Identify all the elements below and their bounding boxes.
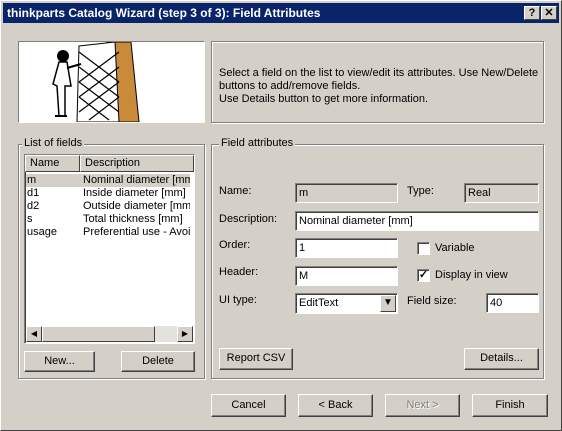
- close-button[interactable]: ✕: [541, 6, 557, 20]
- ui-type-select[interactable]: EditText ▼: [295, 293, 398, 314]
- instructions-line-1: Select a field on the list to view/edit …: [219, 67, 539, 79]
- type-field: Real: [464, 183, 539, 203]
- close-icon: ✕: [544, 7, 554, 19]
- arrow-right-icon: ▶: [181, 329, 189, 338]
- name-field: m: [295, 183, 398, 203]
- header-input[interactable]: M: [295, 266, 398, 286]
- wizard-window: thinkparts Catalog Wizard (step 3 of 3):…: [0, 0, 562, 431]
- list-item[interactable]: d2 Outside diameter [mm]: [26, 200, 190, 213]
- title-bar: thinkparts Catalog Wizard (step 3 of 3):…: [3, 3, 559, 23]
- list-item[interactable]: m Nominal diameter [mm]: [26, 174, 190, 187]
- list-item-description: Preferential use - Avoid: [83, 226, 190, 238]
- delete-field-button-label: Delete: [142, 355, 174, 367]
- name-label: Name:: [219, 185, 252, 197]
- instructions-panel: Select a field on the list to view/edit …: [211, 41, 544, 123]
- cancel-button[interactable]: Cancel: [211, 394, 286, 417]
- help-icon: ?: [528, 7, 536, 19]
- list-item[interactable]: s Total thickness [mm]: [26, 213, 190, 226]
- ui-type-label: UI type:: [219, 294, 257, 306]
- field-attributes-label: Field attributes: [219, 137, 296, 149]
- wizard-illustration: [18, 41, 205, 123]
- column-header-description-label: Description: [85, 157, 141, 169]
- ui-type-value: EditText: [299, 297, 339, 309]
- scroll-thumb[interactable]: [42, 326, 155, 342]
- variable-label: Variable: [435, 242, 475, 254]
- name-value: m: [299, 187, 309, 199]
- column-header-name[interactable]: Name: [25, 155, 80, 172]
- scroll-right-button[interactable]: ▶: [177, 326, 193, 342]
- list-item[interactable]: usage Preferential use - Avoid: [26, 226, 190, 239]
- arrow-left-icon: ◀: [30, 329, 38, 338]
- finish-button[interactable]: Finish: [472, 394, 548, 417]
- column-header-description[interactable]: Description: [80, 155, 194, 172]
- list-item[interactable]: d1 Inside diameter [mm]: [26, 187, 190, 200]
- column-header-name-label: Name: [30, 157, 60, 169]
- list-item-name: s: [27, 213, 33, 225]
- fields-listview[interactable]: Name Description m Nominal diameter [mm]…: [24, 154, 195, 344]
- list-item-name: d2: [27, 200, 40, 212]
- chevron-down-icon: ▼: [383, 297, 393, 308]
- illustration-image: [52, 42, 140, 122]
- list-item-description: Inside diameter [mm]: [83, 187, 186, 199]
- header-value: M: [299, 270, 309, 282]
- display-in-view-checkbox[interactable]: ✓: [417, 269, 430, 282]
- finish-button-label: Finish: [495, 399, 525, 411]
- instructions-line-3: Use Details button to get more informati…: [219, 93, 429, 105]
- details-button-label: Details...: [480, 352, 523, 364]
- order-input[interactable]: 1: [295, 238, 398, 258]
- variable-checkbox[interactable]: [417, 242, 430, 255]
- header-label: Header:: [219, 266, 259, 278]
- description-input[interactable]: Nominal diameter [mm]: [295, 211, 539, 231]
- order-value: 1: [299, 242, 306, 254]
- list-item-name: m: [27, 174, 37, 186]
- back-button[interactable]: < Back: [298, 394, 373, 417]
- check-icon: ✓: [418, 269, 429, 281]
- new-field-button[interactable]: New...: [24, 351, 95, 372]
- horizontal-scrollbar[interactable]: ◀ ▶: [26, 326, 193, 342]
- list-item-description: Outside diameter [mm]: [83, 200, 190, 212]
- list-item-name: d1: [27, 187, 40, 199]
- help-button[interactable]: ?: [524, 6, 540, 20]
- cancel-button-label: Cancel: [231, 399, 266, 411]
- list-item-description: Total thickness [mm]: [83, 213, 183, 225]
- list-item-description: Nominal diameter [mm]: [83, 174, 190, 186]
- type-label: Type:: [407, 185, 434, 197]
- description-value: Nominal diameter [mm]: [299, 215, 413, 227]
- field-attributes-group: [211, 144, 544, 379]
- report-csv-button-label: Report CSV: [226, 352, 286, 364]
- order-label: Order:: [219, 239, 251, 251]
- details-button[interactable]: Details...: [464, 348, 539, 370]
- listview-header: Name Description: [25, 155, 194, 172]
- new-field-button-label: New...: [44, 355, 75, 367]
- next-button-label: Next >: [406, 399, 439, 411]
- type-value: Real: [468, 187, 491, 199]
- description-label: Description:: [219, 213, 278, 225]
- next-button[interactable]: Next >: [385, 394, 460, 417]
- field-size-input[interactable]: 40: [486, 293, 539, 313]
- report-csv-button[interactable]: Report CSV: [219, 348, 293, 370]
- delete-field-button[interactable]: Delete: [121, 351, 195, 372]
- scroll-left-button[interactable]: ◀: [26, 326, 42, 342]
- list-item-name: usage: [27, 226, 57, 238]
- list-of-fields-label: List of fields: [22, 137, 85, 149]
- window-title: thinkparts Catalog Wizard (step 3 of 3):…: [7, 6, 321, 20]
- field-size-value: 40: [490, 297, 503, 309]
- field-size-label: Field size:: [407, 295, 457, 307]
- instructions-line-2: buttons to add/remove fields.: [219, 80, 361, 92]
- ui-type-dropdown-button[interactable]: ▼: [380, 295, 396, 312]
- back-button-label: < Back: [318, 399, 353, 411]
- display-in-view-label: Display in view: [435, 269, 508, 281]
